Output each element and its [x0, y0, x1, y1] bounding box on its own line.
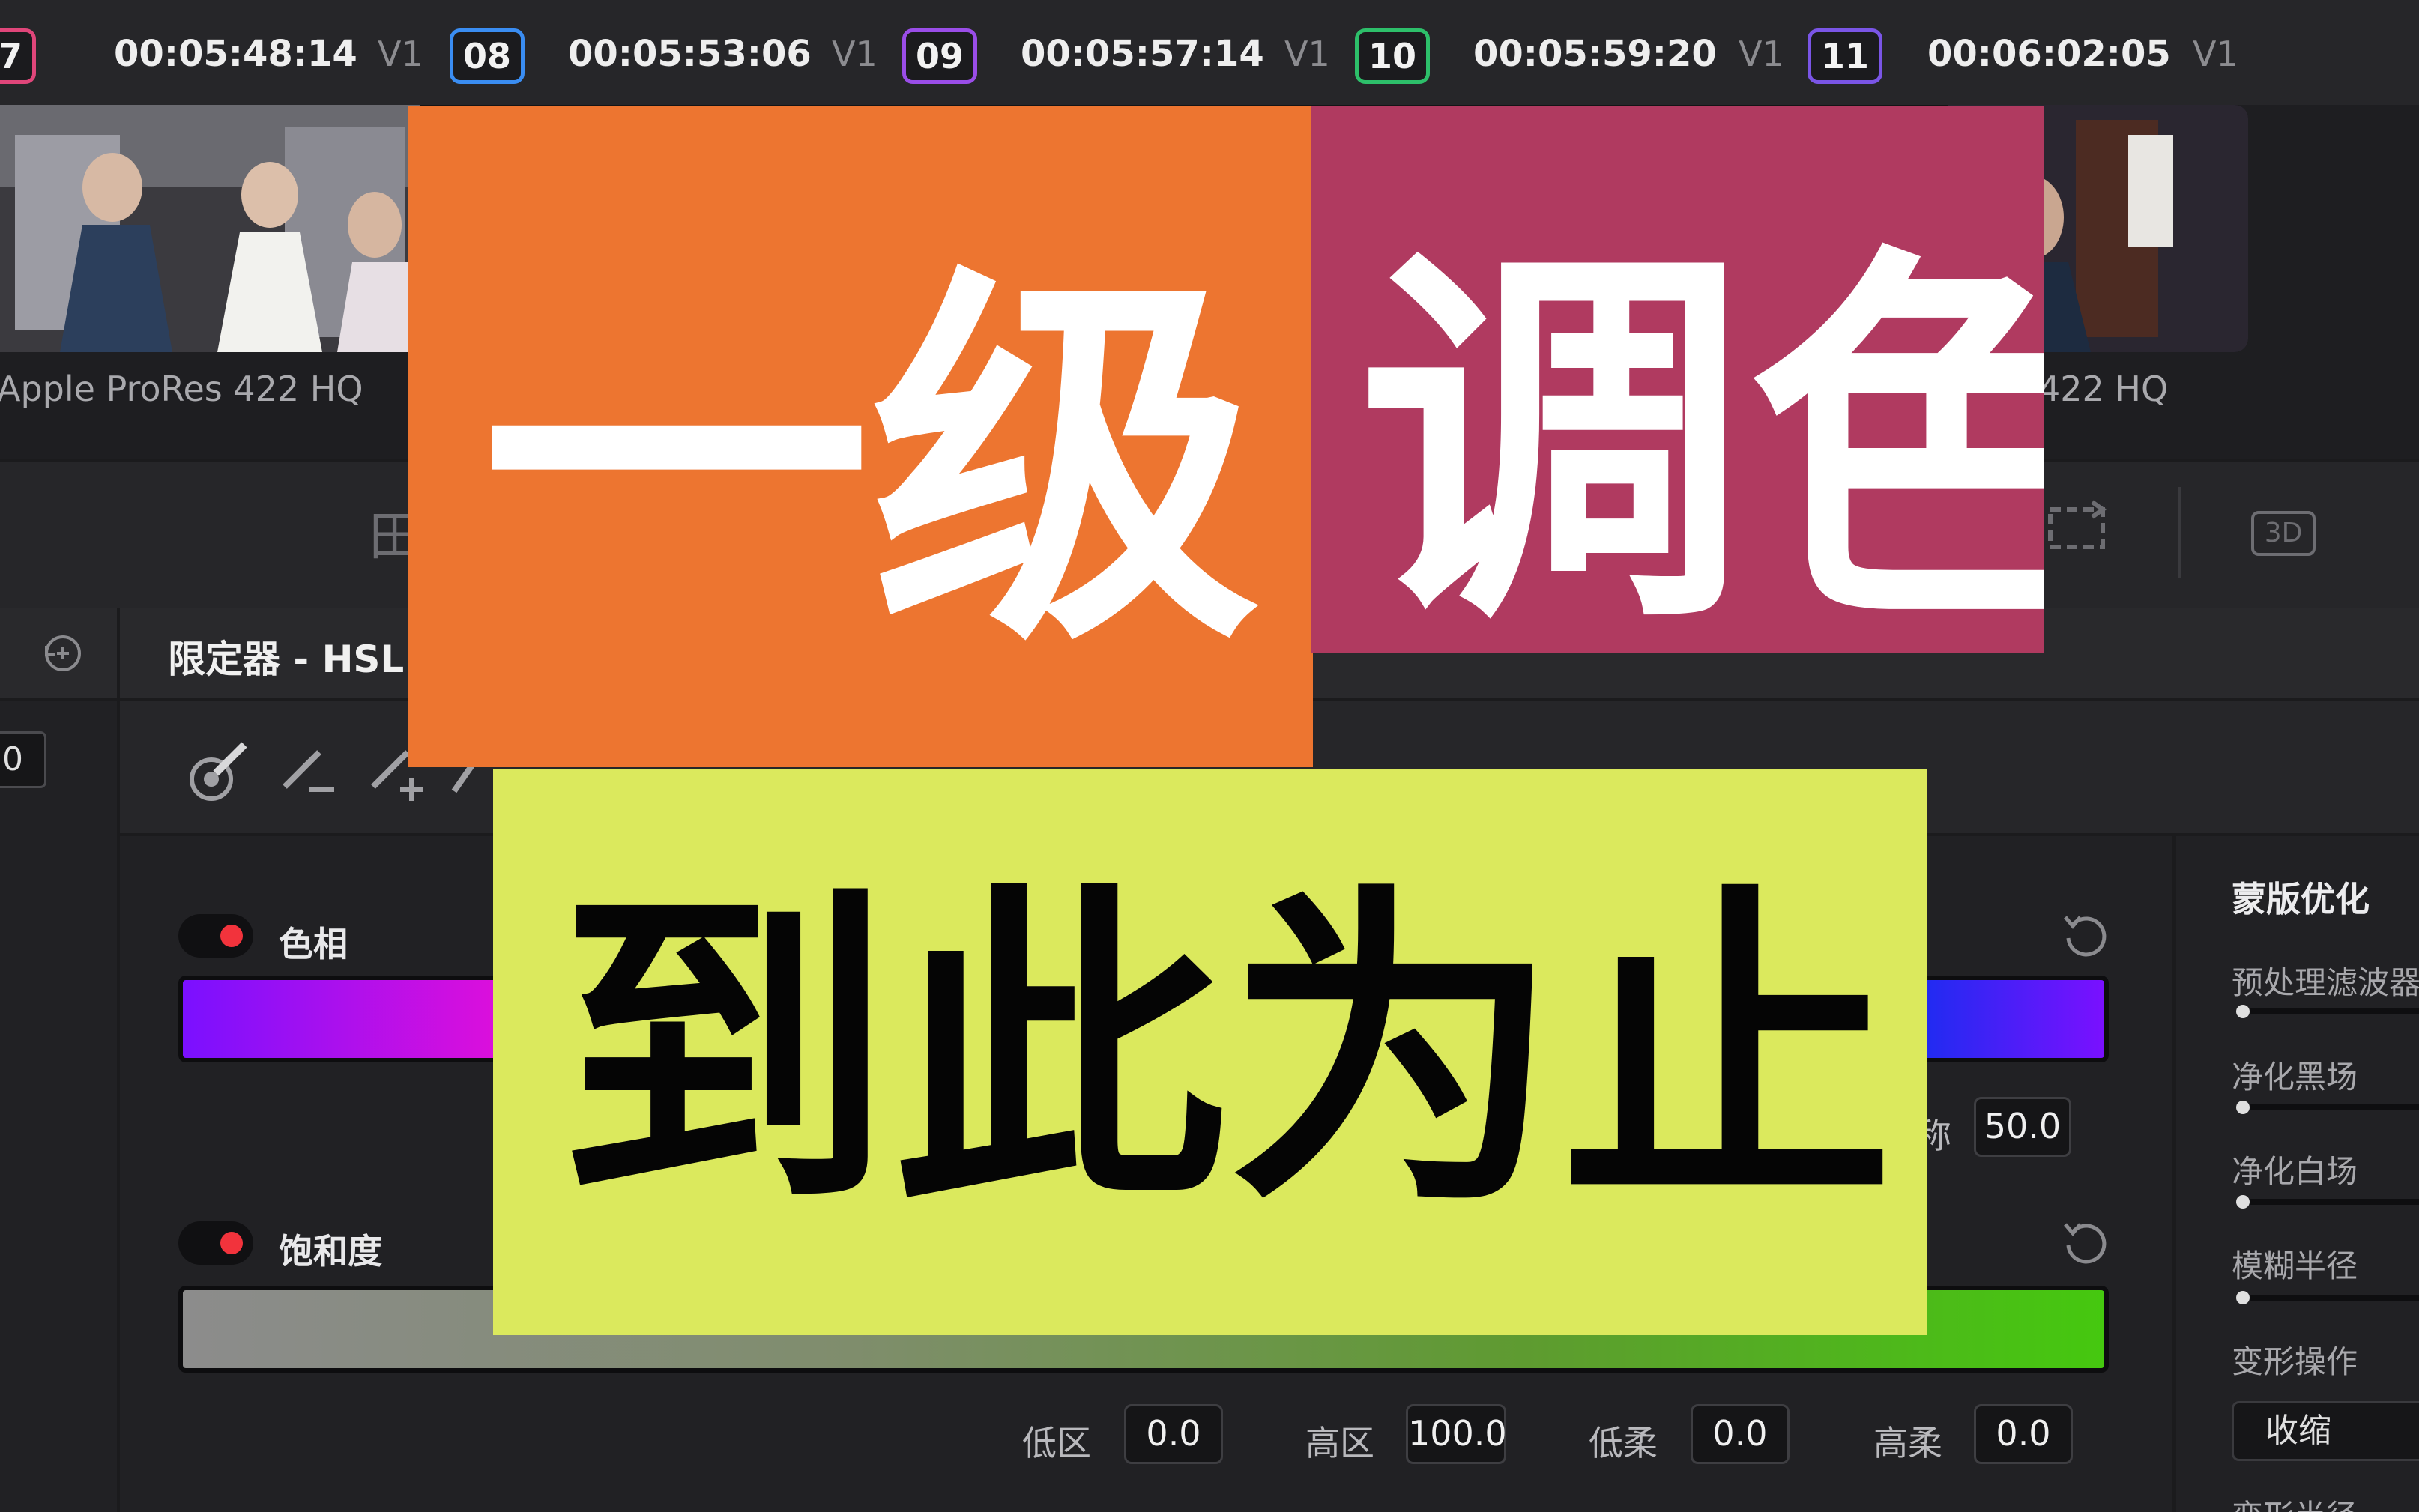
cover-title-right: 调色 [1358, 217, 2044, 653]
clip-thumbnail[interactable] [0, 105, 420, 352]
3d-icon[interactable]: 3D [2251, 511, 2316, 556]
clip-timecode: 00:05:59:20 [1473, 33, 1717, 75]
cover-block-orange: 一级 [408, 106, 1313, 767]
matte-slider[interactable] [2236, 1195, 2419, 1209]
clip-codec-label: Apple ProRes 422 HQ [0, 369, 363, 409]
left-value-field[interactable]: 0 [0, 731, 46, 788]
hue-width-field[interactable]: 50.0 [1974, 1097, 2071, 1157]
panel-title: 限定器 - HSL [168, 638, 405, 681]
clip-track: V1 [1284, 34, 1330, 74]
reset-all-icon[interactable] [39, 629, 87, 677]
clip-track: V1 [832, 34, 878, 74]
clip-number-badge: 08 [450, 28, 525, 84]
saturation-label: 饱和度 [279, 1231, 382, 1271]
hue-reset-icon[interactable] [2058, 908, 2110, 961]
matte-label: 变形操作 [2232, 1343, 2358, 1380]
high-label: 高区 [1305, 1423, 1374, 1463]
clip-number-badge: 11 [1808, 28, 1882, 84]
low-soft-label: 低柔 [1589, 1423, 1658, 1463]
matte-label: 变形半径 [2232, 1491, 2358, 1512]
cover-block-lime: 到此为止 [493, 769, 1927, 1335]
hue-toggle[interactable] [178, 914, 253, 958]
high-field[interactable]: 100.0 [1406, 1404, 1507, 1464]
cover-block-purple: 调色 [1311, 106, 2044, 653]
matte-label: 模糊半径 [2232, 1248, 2358, 1284]
matte-label: 净化黑场 [2232, 1059, 2358, 1095]
clip-timecode: 00:05:53:06 [568, 33, 812, 75]
cover-subtitle: 到此为止 [558, 859, 1894, 1248]
clip-timecode: 00:05:57:14 [1021, 33, 1264, 75]
cover-title-left: 一级 [481, 238, 1260, 692]
low-soft-field[interactable]: 0.0 [1691, 1404, 1790, 1464]
header-divider [117, 608, 120, 701]
clip-timecode: 00:06:02:05 [1927, 33, 2171, 75]
clip-track: V1 [1739, 34, 1784, 74]
picker-icon[interactable] [181, 734, 256, 809]
clip-track: V1 [2193, 34, 2238, 74]
matte-slider[interactable] [2236, 1101, 2419, 1114]
clip-codec-label: 422 HQ [2038, 369, 2169, 409]
picker-minus-icon[interactable] [274, 737, 342, 805]
clip-timecode: 00:05:48:14 [114, 33, 357, 75]
clip-number-badge: 09 [902, 28, 977, 84]
matte-slider[interactable] [2236, 1005, 2419, 1018]
high-soft-field[interactable]: 0.0 [1974, 1404, 2073, 1464]
clip-number-badge: 07 [0, 28, 36, 84]
clip-track: V1 [378, 34, 423, 74]
low-label: 低区 [1022, 1423, 1091, 1463]
saturation-toggle[interactable] [178, 1221, 253, 1265]
low-field[interactable]: 0.0 [1124, 1404, 1223, 1464]
matte-label: 净化白场 [2232, 1153, 2358, 1190]
saturation-reset-icon[interactable] [2058, 1215, 2110, 1268]
clip-number-badge: 10 [1355, 28, 1430, 84]
high-soft-label: 高柔 [1873, 1423, 1942, 1463]
matte-slider[interactable] [2236, 1291, 2419, 1304]
side-divider [2172, 836, 2176, 1512]
hue-label: 色相 [279, 924, 348, 964]
transform-icon[interactable] [2040, 498, 2115, 557]
morph-operation-select[interactable]: 收缩 [2232, 1401, 2419, 1461]
matte-finesse-title: 蒙版优化 [2232, 879, 2370, 919]
toolbar-divider [2178, 487, 2181, 578]
matte-label: 预处理滤波器 [2232, 964, 2419, 1001]
